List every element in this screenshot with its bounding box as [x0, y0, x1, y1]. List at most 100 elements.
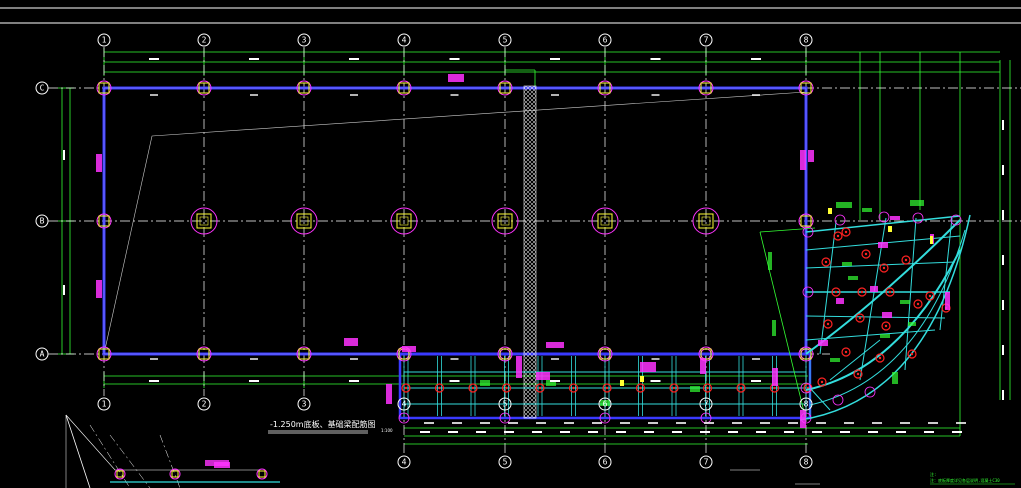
dim-text-mark	[784, 431, 794, 433]
rebar-callout	[772, 320, 776, 336]
partial-detail-bottom-left	[65, 414, 280, 488]
axis-bubble-row-A: A	[35, 347, 49, 361]
rebar-callout	[910, 200, 924, 206]
beam-text-mark	[450, 94, 459, 96]
beam-text-mark	[752, 94, 760, 96]
wing-node	[821, 257, 831, 267]
svg-text:2: 2	[202, 400, 207, 409]
drawing-title: -1.250m底板、基础梁配筋图	[270, 419, 376, 429]
rebar-label	[772, 368, 778, 386]
rebar-callout	[892, 372, 898, 384]
svg-text:8: 8	[804, 400, 809, 409]
dim-text-mark	[952, 431, 962, 433]
wing-node	[833, 231, 843, 241]
svg-text:8: 8	[804, 36, 809, 45]
axis-bubble-lower-7: 7	[699, 455, 713, 469]
rebar-label	[878, 242, 888, 248]
dim-text-mark	[816, 422, 826, 424]
dim-text-mark	[63, 150, 65, 160]
beam-text-mark	[250, 358, 258, 360]
dim-text-mark	[928, 422, 938, 424]
dim-text-mark	[956, 422, 966, 424]
rebar-label	[448, 74, 464, 82]
wing-node	[907, 349, 917, 359]
marker	[640, 376, 644, 382]
rebar-callout	[848, 276, 858, 280]
wing-column	[912, 212, 924, 224]
dim-text-mark	[751, 58, 761, 60]
dim-text-mark	[872, 422, 882, 424]
dim-text-mark	[448, 431, 458, 433]
dim-text-mark	[844, 422, 854, 424]
rebar-callout	[768, 252, 772, 270]
rebar-label	[546, 342, 564, 348]
dim-text-mark	[508, 422, 518, 424]
svg-text:7: 7	[704, 400, 709, 409]
beam-text-mark	[551, 358, 559, 360]
rebar-label	[344, 338, 358, 346]
dim-text-mark	[704, 422, 714, 424]
svg-text:7: 7	[704, 36, 709, 45]
rebar-label	[640, 362, 656, 372]
reference-lines	[103, 91, 807, 355]
wing-node	[901, 255, 911, 265]
dim-text-mark	[504, 431, 514, 433]
axis-bubbles-top: 1 2 3 4 5 6 7 8	[97, 33, 813, 47]
rebar-label	[96, 154, 102, 172]
dim-text-mark	[924, 431, 934, 433]
cad-drawing-canvas[interactable]: 1 2 3 4 5 6 7 8 1 2 3 4 5 6 7 8 4 5 6 7 8 C B A -1.250m底板、基础…	[0, 0, 1021, 488]
rebar-callout	[842, 262, 852, 266]
dim-text-mark	[900, 422, 910, 424]
svg-text:4: 4	[402, 400, 407, 409]
axis-bubble-top-1: 1	[97, 33, 111, 47]
axis-bubble-lower-5: 5	[498, 455, 512, 469]
dim-text-mark	[149, 380, 159, 382]
dim-text-mark	[1002, 345, 1004, 355]
rebar-label	[890, 216, 900, 220]
svg-text:6: 6	[603, 458, 608, 467]
svg-text:A: A	[40, 350, 45, 359]
marker	[888, 226, 892, 232]
dim-text-mark	[812, 431, 822, 433]
dim-text-mark	[1002, 120, 1004, 130]
svg-text:1: 1	[102, 400, 107, 409]
rebar-label	[800, 150, 806, 170]
dim-text-mark	[616, 431, 626, 433]
wing-column	[878, 211, 890, 223]
svg-text:4: 4	[402, 458, 407, 467]
rebar-callout	[480, 380, 490, 386]
dim-text-mark	[149, 58, 159, 60]
dim-text-mark	[644, 431, 654, 433]
top-frame-lines	[0, 7, 1021, 24]
beam-text-mark	[250, 94, 258, 96]
rebar-label	[800, 410, 806, 428]
axis-bubble-top-7: 7	[699, 33, 713, 47]
wing-node	[913, 299, 923, 309]
rebar-callout	[830, 358, 840, 362]
dim-text-mark	[868, 431, 878, 433]
dim-text-mark	[700, 431, 710, 433]
dim-text-mark	[756, 431, 766, 433]
rebar-annotations	[96, 74, 950, 468]
dim-text-mark	[896, 431, 906, 433]
rebar-callout	[690, 386, 700, 392]
rebar-label	[836, 298, 844, 304]
axis-bubble-top-5: 5	[498, 33, 512, 47]
dim-text-mark	[452, 422, 462, 424]
dim-text-mark	[449, 380, 460, 382]
svg-text:1: 1	[102, 36, 107, 45]
axis-bubble-top-3: 3	[297, 33, 311, 47]
dim-text-mark	[1002, 165, 1004, 175]
dim-text-mark	[63, 285, 65, 295]
axis-bubble-row-B: B	[35, 214, 49, 228]
axis-bubble-top-2: 2	[197, 33, 211, 47]
rebar-label	[945, 292, 950, 310]
dim-text-mark	[588, 431, 598, 433]
rebar-callout	[836, 202, 852, 208]
dim-text-mark	[476, 431, 486, 433]
beam-text-mark	[350, 94, 358, 96]
axis-bubble-lower-8: 8	[799, 455, 813, 469]
dim-text-mark	[532, 431, 542, 433]
dim-text-mark	[732, 422, 742, 424]
dim-text-mark	[592, 422, 602, 424]
